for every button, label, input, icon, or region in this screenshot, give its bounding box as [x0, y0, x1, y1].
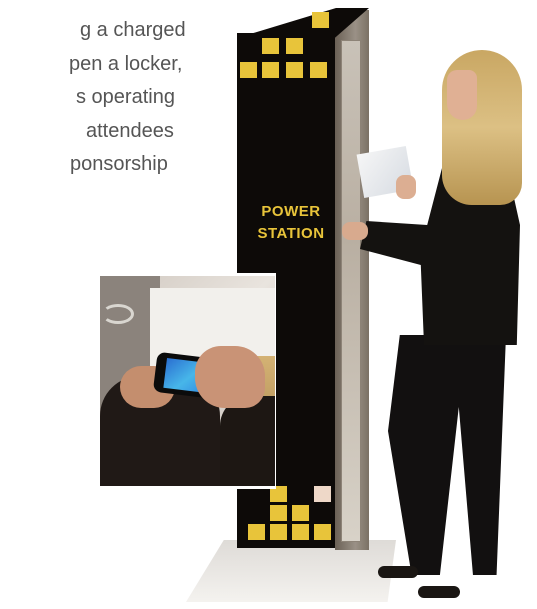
- kiosk-square: [262, 38, 279, 54]
- person-hand: [342, 222, 368, 240]
- person-shoe: [378, 566, 418, 578]
- kiosk-square: [312, 12, 329, 28]
- kiosk-square: [286, 62, 303, 78]
- kiosk-locker-door: [341, 40, 361, 542]
- kiosk-label: POWER STATION: [246, 201, 336, 245]
- kiosk-square: [262, 62, 279, 78]
- inset-photo: [100, 276, 275, 486]
- kiosk-square: [270, 524, 287, 540]
- kiosk-square: [240, 62, 257, 78]
- inset-hand: [195, 346, 265, 408]
- person-legs: [388, 335, 506, 575]
- kiosk-square: [292, 524, 309, 540]
- inset-ring: [102, 304, 134, 324]
- person-shoe: [418, 586, 460, 598]
- kiosk-square: [292, 505, 309, 521]
- kiosk-square: [310, 62, 327, 78]
- person-hand: [396, 175, 416, 199]
- kiosk-square: [314, 486, 331, 502]
- kiosk-square: [314, 524, 331, 540]
- kiosk-square: [270, 505, 287, 521]
- kiosk-label-line: POWER: [261, 203, 321, 220]
- person-face: [447, 70, 477, 120]
- inset-sleeve: [220, 396, 275, 486]
- kiosk-photo: POWER STATION: [0, 0, 537, 609]
- kiosk-square: [286, 38, 303, 54]
- kiosk-square: [248, 524, 265, 540]
- kiosk-label-line: STATION: [257, 225, 325, 242]
